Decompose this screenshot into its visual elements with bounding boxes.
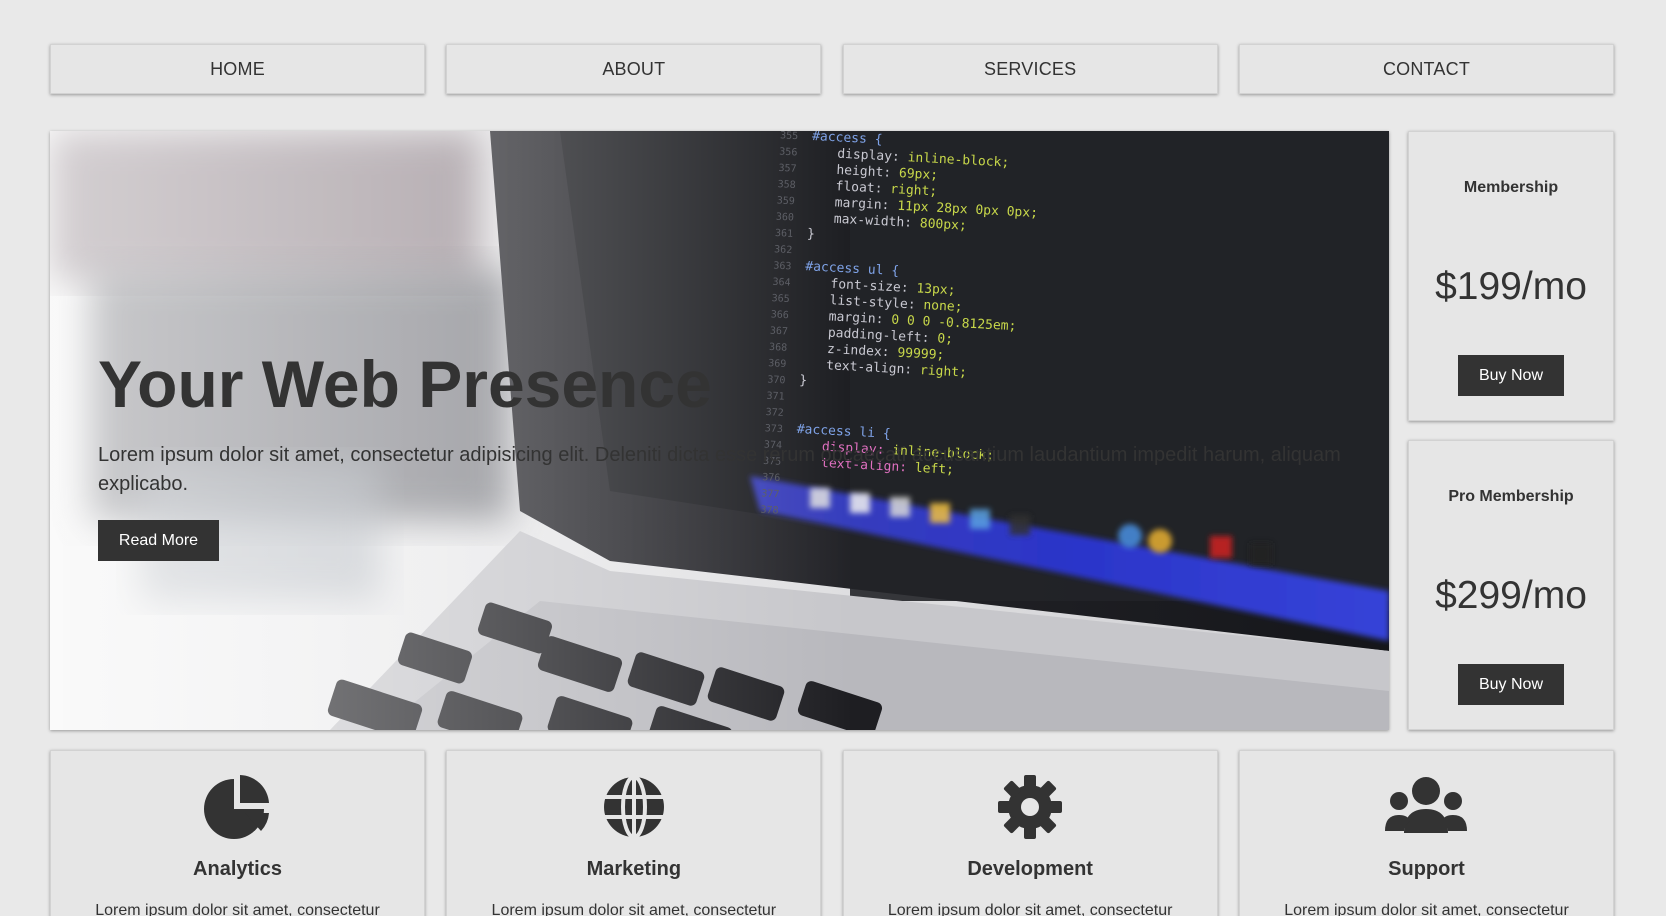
hero-title: Your Web Presence: [98, 347, 712, 421]
feature-text: Lorem ipsum dolor sit amet, consectetur: [95, 902, 380, 916]
gear-icon: [844, 773, 1217, 841]
code-line-number: 367: [770, 326, 789, 338]
code-line-number: 356: [779, 147, 798, 159]
pie-chart-icon: [51, 773, 424, 841]
code-line-number: 378: [760, 505, 779, 517]
pricing-amount: $299/mo: [1435, 574, 1587, 617]
feature-card-analytics: Analytics Lorem ipsum dolor sit amet, co…: [50, 750, 425, 916]
pricing-card-pro-membership: Pro Membership $299/mo Buy Now: [1408, 440, 1614, 730]
feature-text: Lorem ipsum dolor sit amet, consectetur: [887, 902, 1173, 916]
pricing-card-membership: Membership $199/mo Buy Now: [1408, 131, 1614, 421]
code-line-number: 360: [776, 212, 795, 224]
feature-title: Marketing: [586, 858, 682, 880]
hero-laptop-image: 355 356 357 358 359 360 361 362 363 364 365 366 367 3…: [50, 131, 1389, 730]
buy-now-button[interactable]: Buy Now: [1458, 355, 1564, 396]
nav-about-button[interactable]: ABOUT: [446, 44, 822, 94]
main-nav: HOME ABOUT SERVICES CONTACT: [50, 44, 1614, 94]
feature-card-support: Support Lorem ipsum dolor sit amet, cons…: [1238, 750, 1614, 916]
code-line-number: 366: [770, 309, 789, 321]
code-line-number: 364: [772, 277, 791, 289]
feature-card-development: Development Lorem ipsum dolor sit amet, …: [842, 750, 1218, 916]
code-line-number: 373: [765, 423, 784, 435]
pricing-title: Pro Membership: [1448, 488, 1574, 505]
hero-section: 355 356 357 358 359 360 361 362 363 364 365 366 367 3…: [50, 131, 1389, 730]
nav-services-button[interactable]: SERVICES: [842, 44, 1218, 94]
features-row: Analytics Lorem ipsum dolor sit amet, co…: [50, 750, 1614, 916]
buy-now-button[interactable]: Buy Now: [1458, 664, 1564, 705]
feature-text: Lorem ipsum dolor sit amet, consectetur: [1284, 902, 1569, 916]
code-line-number: 368: [769, 342, 788, 354]
code-line-number: 371: [766, 391, 785, 403]
feature-card-marketing: Marketing Lorem ipsum dolor sit amet, co…: [446, 750, 822, 916]
code-line-number: 370: [767, 374, 786, 386]
read-more-button[interactable]: Read More: [98, 520, 219, 561]
code-line-number: 358: [777, 179, 796, 191]
feature-text: Lorem ipsum dolor sit amet, consectetur: [491, 902, 777, 916]
code-line-number: 363: [773, 261, 792, 273]
code-line-number: 365: [771, 293, 790, 305]
code-line-number: 369: [768, 358, 787, 370]
pricing-amount: $199/mo: [1435, 265, 1587, 308]
feature-title: Support: [1388, 858, 1465, 880]
code-line-number: 355: [780, 131, 799, 142]
code-line-number: 361: [775, 228, 794, 240]
hero-text: Lorem ipsum dolor sit amet, consectetur …: [98, 444, 1341, 495]
pricing-title: Membership: [1463, 179, 1559, 196]
nav-home-button[interactable]: HOME: [50, 44, 425, 94]
code-line: }: [807, 227, 816, 242]
users-icon: [1240, 773, 1613, 841]
feature-title: Analytics: [193, 858, 282, 880]
code-line-number: 359: [776, 195, 795, 207]
nav-contact-button[interactable]: CONTACT: [1238, 44, 1614, 94]
code-line-number: 357: [778, 163, 797, 175]
feature-title: Development: [967, 858, 1093, 880]
code-line-number: 362: [774, 244, 793, 256]
code-line: }: [799, 373, 808, 388]
code-line-number: 372: [765, 407, 784, 419]
page: HOME ABOUT SERVICES CONTACT 355 356 357 …: [0, 0, 1666, 916]
globe-icon: [447, 773, 820, 841]
